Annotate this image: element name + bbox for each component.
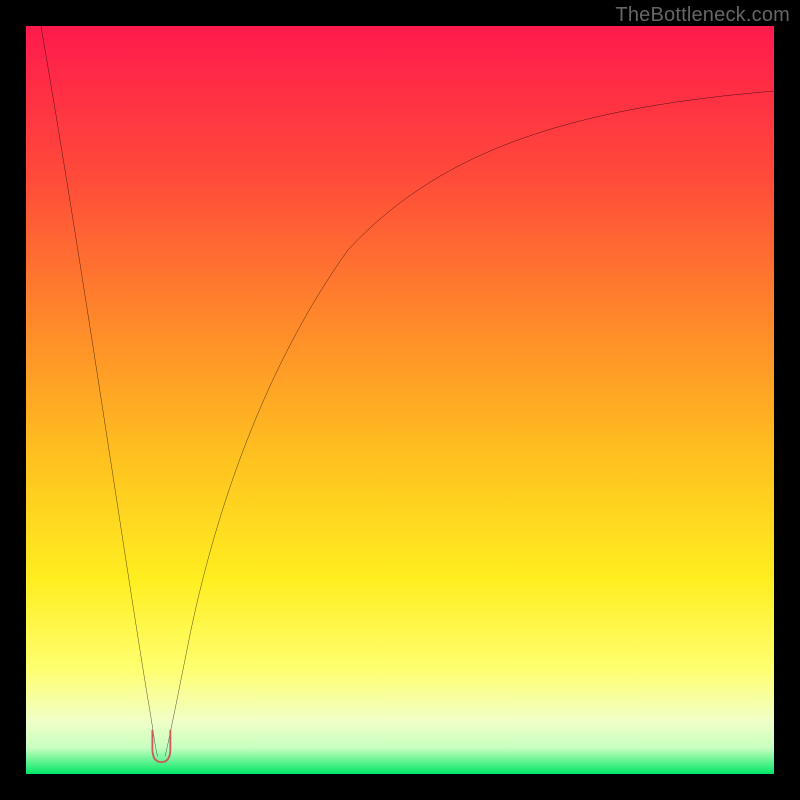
plot-background xyxy=(26,26,774,774)
watermark-text: TheBottleneck.com xyxy=(615,4,790,27)
bottleneck-plot xyxy=(26,26,774,774)
chart-frame: TheBottleneck.com xyxy=(0,0,800,800)
